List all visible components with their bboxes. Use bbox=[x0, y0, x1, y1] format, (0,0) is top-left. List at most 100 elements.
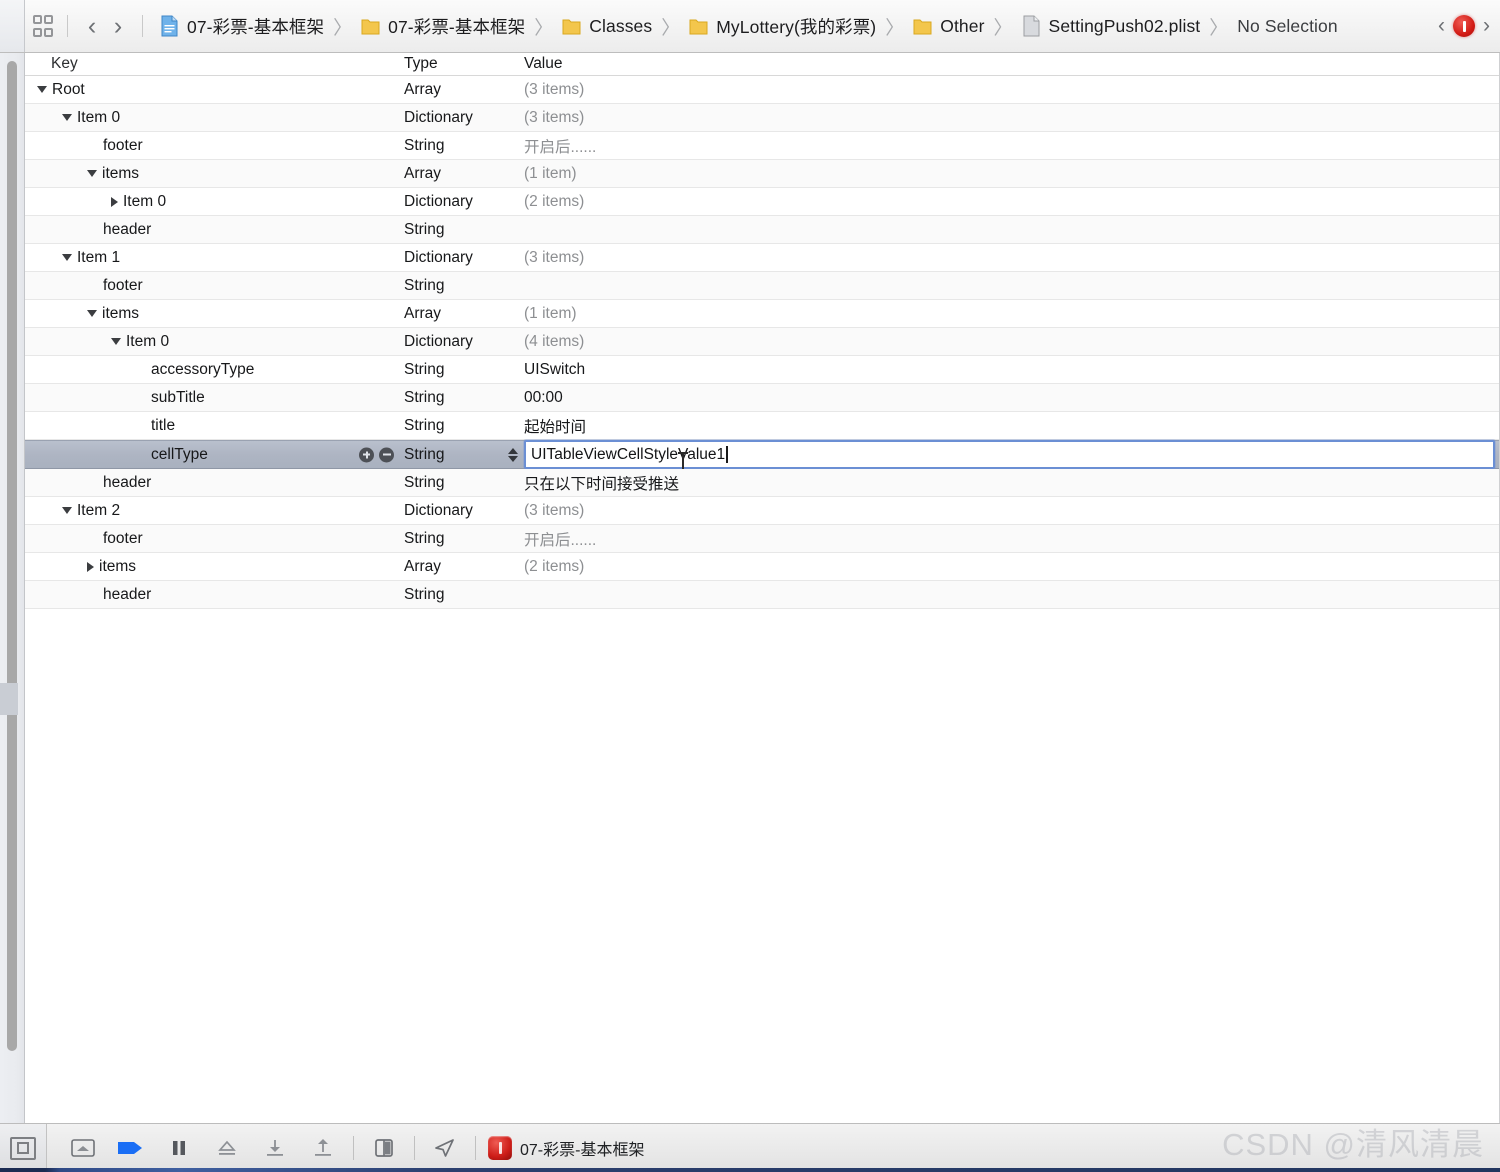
empty-area[interactable] bbox=[25, 609, 1499, 1123]
row-value-cell[interactable] bbox=[524, 216, 1499, 243]
row-type-cell[interactable]: String bbox=[404, 474, 524, 492]
row-key-cell[interactable]: footer bbox=[25, 277, 404, 295]
row-key-cell[interactable]: Item 0 bbox=[25, 333, 404, 351]
row-value-cell[interactable]: (2 items) bbox=[524, 553, 1499, 580]
table-row[interactable]: items Array (1 item) bbox=[25, 160, 1499, 188]
error-badge-icon[interactable] bbox=[1453, 15, 1475, 37]
table-row[interactable]: Item 1 Dictionary (3 items) bbox=[25, 244, 1499, 272]
breadcrumb-item-other[interactable]: Other bbox=[913, 15, 984, 37]
row-type-cell[interactable]: String bbox=[404, 417, 524, 435]
row-type-cell[interactable]: Dictionary bbox=[404, 249, 524, 267]
row-key-cell[interactable]: Item 1 bbox=[25, 249, 404, 267]
breadcrumb-item-classes[interactable]: Classes bbox=[562, 15, 652, 37]
table-row[interactable]: items Array (2 items) bbox=[25, 553, 1499, 581]
table-row[interactable]: footer String bbox=[25, 272, 1499, 300]
row-value-cell[interactable]: (1 item) bbox=[524, 160, 1499, 187]
row-key-cell[interactable]: header bbox=[25, 586, 404, 604]
table-row[interactable]: title String 起始时间 bbox=[25, 412, 1499, 440]
row-type-cell[interactable]: String bbox=[404, 277, 524, 295]
pause-button[interactable] bbox=[155, 1124, 203, 1172]
row-value-cell[interactable]: (2 items) bbox=[524, 188, 1499, 215]
table-row[interactable]: Root Array (3 items) bbox=[25, 76, 1499, 104]
breadcrumb-item-plist-file[interactable]: SettingPush02.plist bbox=[1022, 15, 1201, 37]
disclosure-triangle-closed-icon[interactable] bbox=[111, 196, 118, 207]
row-value-cell[interactable]: (3 items) bbox=[524, 76, 1499, 103]
row-value-cell[interactable]: UISwitch bbox=[524, 356, 1499, 383]
disclosure-triangle-open-icon[interactable] bbox=[87, 310, 97, 317]
disclosure-triangle-open-icon[interactable] bbox=[37, 86, 47, 93]
row-type-cell[interactable]: Dictionary bbox=[404, 109, 524, 127]
simulate-location-button[interactable] bbox=[421, 1124, 469, 1172]
row-type-cell[interactable]: Array bbox=[404, 305, 524, 323]
row-value-cell[interactable]: (3 items) bbox=[524, 244, 1499, 271]
step-into-button[interactable] bbox=[251, 1124, 299, 1172]
add-row-button[interactable] bbox=[359, 447, 374, 462]
row-value-cell[interactable]: UITableViewCellStyleValue1 bbox=[524, 440, 1499, 472]
active-scheme-chip[interactable]: 07-彩票-基本框架 bbox=[482, 1136, 644, 1160]
breadcrumb-item-folder-project[interactable]: 07-彩票-基本框架 bbox=[361, 14, 525, 39]
row-value-cell[interactable]: 起始时间 bbox=[524, 412, 1499, 439]
row-key-cell[interactable]: Root bbox=[25, 81, 404, 99]
table-row[interactable]: header String bbox=[25, 581, 1499, 609]
row-value-cell[interactable] bbox=[524, 581, 1499, 608]
disclosure-triangle-open-icon[interactable] bbox=[87, 170, 97, 177]
row-type-cell[interactable]: Dictionary bbox=[404, 333, 524, 351]
value-edit-input[interactable]: UITableViewCellStyleValue1 bbox=[524, 440, 1495, 472]
step-out-button[interactable] bbox=[299, 1124, 347, 1172]
row-key-cell[interactable]: accessoryType bbox=[25, 361, 404, 379]
row-value-cell[interactable] bbox=[524, 272, 1499, 299]
row-type-cell[interactable]: Dictionary bbox=[404, 502, 524, 520]
column-header-type[interactable]: Type bbox=[404, 55, 524, 73]
table-row-selected[interactable]: cellType String UITableViewCellStyleValu… bbox=[25, 440, 1499, 472]
row-type-cell[interactable]: Dictionary bbox=[404, 193, 524, 211]
row-type-cell[interactable]: String bbox=[404, 586, 524, 604]
row-type-cell[interactable]: String bbox=[404, 389, 524, 407]
row-key-cell[interactable]: cellType bbox=[25, 446, 404, 464]
table-row[interactable]: header String 只在以下时间接受推送 bbox=[25, 469, 1499, 497]
row-key-cell[interactable]: items bbox=[25, 558, 404, 576]
row-key-cell[interactable]: Item 0 bbox=[25, 193, 404, 211]
row-type-cell[interactable]: String bbox=[404, 446, 524, 464]
disclosure-triangle-open-icon[interactable] bbox=[62, 254, 72, 261]
row-type-cell[interactable]: Array bbox=[404, 558, 524, 576]
navigator-scrollbar[interactable] bbox=[7, 61, 17, 1051]
row-key-cell[interactable]: footer bbox=[25, 137, 404, 155]
row-value-cell[interactable]: 开启后...... bbox=[524, 525, 1499, 552]
step-over-button[interactable] bbox=[203, 1124, 251, 1172]
row-key-cell[interactable]: header bbox=[25, 221, 404, 239]
row-type-cell[interactable]: String bbox=[404, 221, 524, 239]
row-value-cell[interactable]: 开启后...... bbox=[524, 132, 1499, 159]
continue-execution-button[interactable] bbox=[107, 1124, 155, 1172]
table-row[interactable]: items Array (1 item) bbox=[25, 300, 1499, 328]
row-value-cell[interactable]: (1 item) bbox=[524, 300, 1499, 327]
disclosure-triangle-closed-icon[interactable] bbox=[87, 561, 94, 572]
next-issue-button[interactable]: › bbox=[1483, 14, 1490, 38]
related-items-grid-icon[interactable] bbox=[30, 13, 56, 39]
row-key-cell[interactable]: items bbox=[25, 305, 404, 323]
table-row[interactable]: header String bbox=[25, 216, 1499, 244]
table-row[interactable]: Item 0 Dictionary (2 items) bbox=[25, 188, 1499, 216]
hide-debug-area-button[interactable] bbox=[0, 1124, 47, 1172]
row-key-cell[interactable]: header bbox=[25, 474, 404, 492]
breakpoint-toggle-button[interactable] bbox=[59, 1124, 107, 1172]
row-key-cell[interactable]: Item 0 bbox=[25, 109, 404, 127]
row-key-cell[interactable]: items bbox=[25, 165, 404, 183]
gutter-resize-handle[interactable] bbox=[0, 683, 18, 715]
table-row[interactable]: Item 2 Dictionary (3 items) bbox=[25, 497, 1499, 525]
row-type-cell[interactable]: Array bbox=[404, 165, 524, 183]
row-value-cell[interactable]: 00:00 bbox=[524, 384, 1499, 411]
row-key-cell[interactable]: Item 2 bbox=[25, 502, 404, 520]
row-key-cell[interactable]: footer bbox=[25, 530, 404, 548]
column-header-key[interactable]: Key bbox=[25, 55, 404, 73]
row-key-cell[interactable]: title bbox=[25, 417, 404, 435]
type-stepper[interactable] bbox=[508, 447, 518, 462]
table-row[interactable]: Item 0 Dictionary (3 items) bbox=[25, 104, 1499, 132]
row-value-cell[interactable]: (3 items) bbox=[524, 497, 1499, 524]
row-type-cell[interactable]: String bbox=[404, 137, 524, 155]
row-type-cell[interactable]: Array bbox=[404, 81, 524, 99]
view-debugging-button[interactable] bbox=[360, 1124, 408, 1172]
table-row[interactable]: Item 0 Dictionary (4 items) bbox=[25, 328, 1499, 356]
breadcrumb-item-mylottery[interactable]: MyLottery(我的彩票) bbox=[689, 14, 876, 39]
row-type-cell[interactable]: String bbox=[404, 530, 524, 548]
row-key-cell[interactable]: subTitle bbox=[25, 389, 404, 407]
